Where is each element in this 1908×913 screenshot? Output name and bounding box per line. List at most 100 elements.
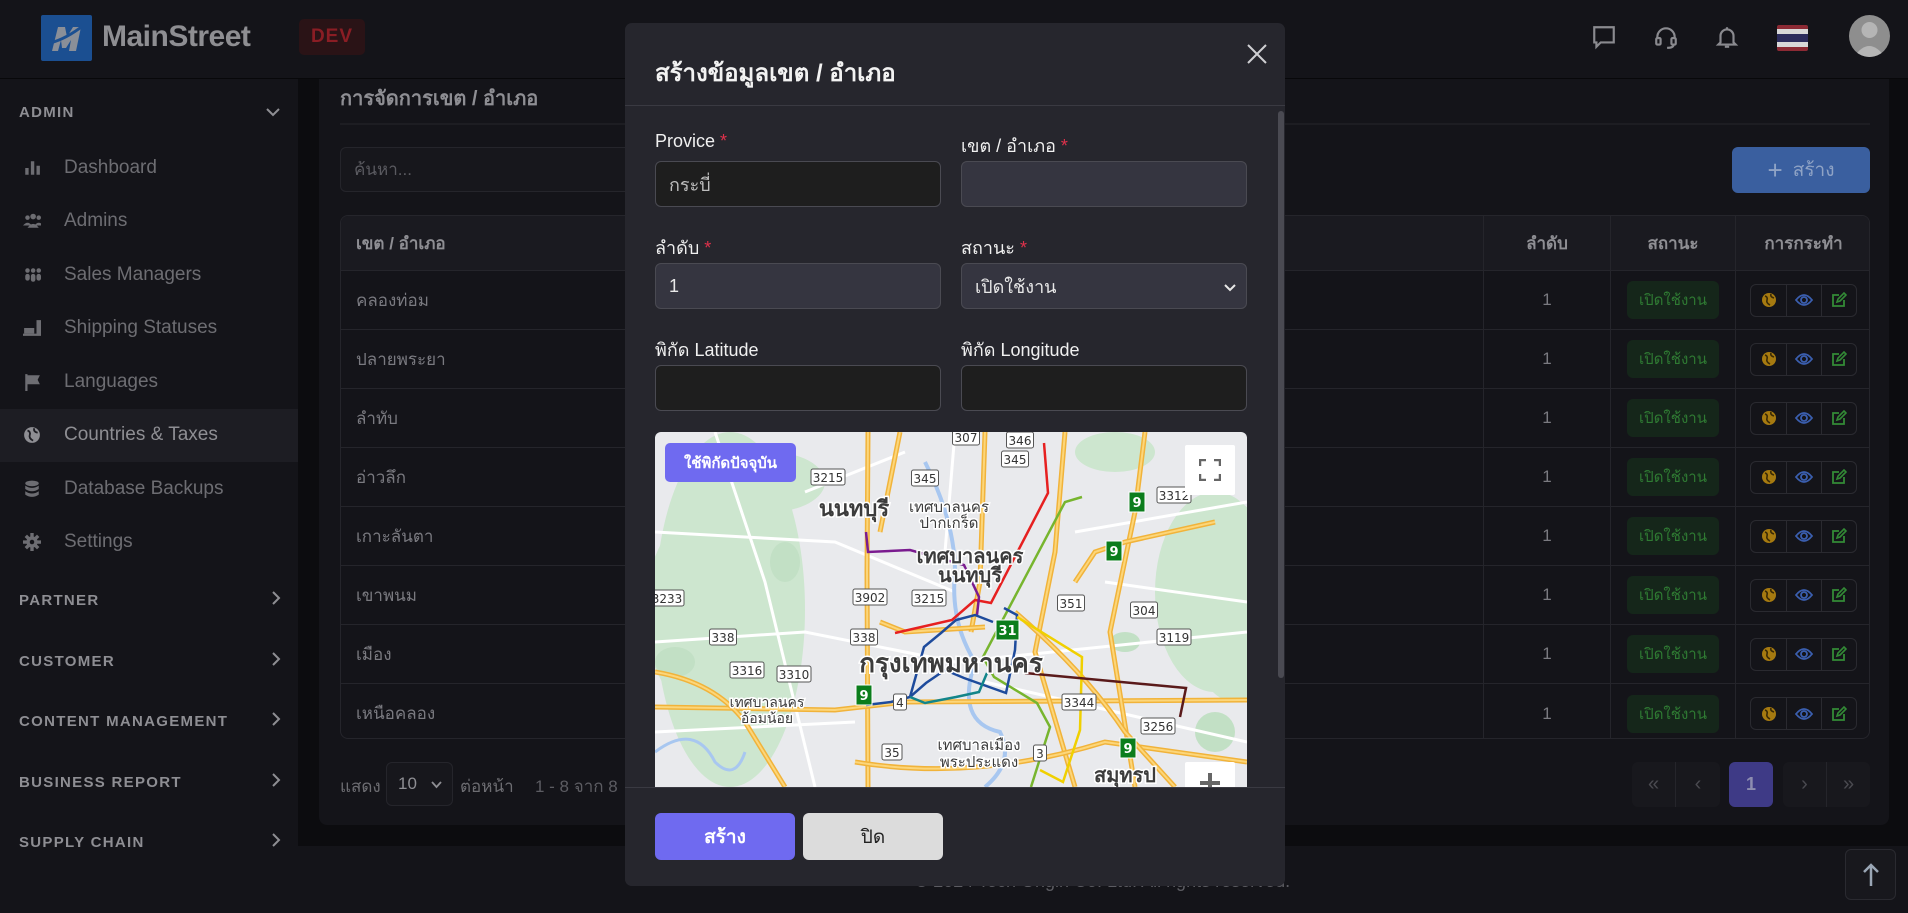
district-name: เหนือคลอง xyxy=(356,704,436,723)
eye-icon[interactable] xyxy=(1786,638,1821,670)
sidebar-item-settings[interactable]: Settings xyxy=(0,516,298,569)
next-page-button[interactable]: › xyxy=(1783,762,1827,807)
modal-scrollbar[interactable] xyxy=(1278,111,1284,678)
sidebar-section-business-report[interactable]: BUSINESS REPORT xyxy=(19,772,281,792)
globe-icon[interactable] xyxy=(1751,521,1786,552)
sidebar-item-shipping-statuses[interactable]: Shipping Statuses xyxy=(0,302,298,355)
province-input[interactable]: กระบี่ xyxy=(655,161,941,207)
chat-icon[interactable] xyxy=(1587,20,1621,54)
create-button[interactable]: + สร้าง xyxy=(1732,147,1870,193)
eye-icon[interactable] xyxy=(1786,520,1821,552)
avatar[interactable] xyxy=(1849,15,1890,57)
edit-icon[interactable] xyxy=(1821,698,1856,729)
highway-number: 9 xyxy=(1109,545,1118,560)
status-cell: เปิดใช้งาน xyxy=(1610,625,1735,683)
sidebar-item-dashboard[interactable]: Dashboard xyxy=(0,141,298,194)
sidebar-section-admin[interactable]: ADMIN xyxy=(19,104,281,121)
database-icon xyxy=(0,480,64,498)
district-name: ปลายพระยา xyxy=(356,349,446,369)
edit-icon[interactable] xyxy=(1821,520,1856,552)
district-input[interactable] xyxy=(961,161,1247,207)
eye-icon[interactable] xyxy=(1786,284,1821,316)
section-label: CUSTOMER xyxy=(19,652,115,670)
page-1-button[interactable]: 1 xyxy=(1729,762,1773,807)
sidebar-item-countries-taxes[interactable]: Countries & Taxes xyxy=(0,408,298,462)
globe-icon[interactable] xyxy=(1751,462,1786,493)
sidebar-section-customer[interactable]: CUSTOMER xyxy=(19,651,281,671)
district-name: คลองท่อม xyxy=(356,290,429,310)
sidebar-section-partner[interactable]: PARTNER xyxy=(19,590,281,610)
map-place-label: นนทบุรี xyxy=(819,497,890,523)
edit-icon[interactable] xyxy=(1821,638,1856,670)
prev-page-button[interactable]: ‹ xyxy=(1676,762,1720,807)
logo-mark-icon xyxy=(49,23,85,51)
chevron-down-icon xyxy=(265,104,281,121)
submit-create-button[interactable]: สร้าง xyxy=(655,813,795,860)
sidebar-item-label: Countries & Taxes xyxy=(64,424,218,445)
label-text: สถานะ xyxy=(961,238,1015,258)
sidebar-item-admins[interactable]: Admins xyxy=(0,195,298,248)
longitude-input[interactable] xyxy=(961,365,1247,411)
status-cell: เปิดใช้งาน xyxy=(1610,389,1735,447)
edit-icon[interactable] xyxy=(1821,284,1856,316)
sidebar-item-languages[interactable]: Languages xyxy=(0,355,298,408)
map[interactable]: 307 346 345 3215 345 3312 3233 3902 3215 351 304 33… xyxy=(655,432,1247,787)
order-value: 1 xyxy=(1483,684,1610,738)
latitude-input[interactable] xyxy=(655,365,941,411)
status-cell: เปิดใช้งาน xyxy=(1610,684,1735,738)
label-text: Provice xyxy=(655,131,716,151)
zoom-in-button[interactable] xyxy=(1185,762,1235,787)
globe-icon[interactable] xyxy=(1751,344,1786,375)
globe-icon xyxy=(0,426,64,444)
globe-icon[interactable] xyxy=(1751,698,1786,729)
eye-icon[interactable] xyxy=(1786,343,1821,375)
page-size-value: 10 xyxy=(398,774,417,793)
road-number: 3215 xyxy=(813,471,844,485)
globe-icon[interactable] xyxy=(1751,639,1786,670)
chevron-right-icon xyxy=(271,832,281,852)
section-label: SUPPLY CHAIN xyxy=(19,833,145,851)
chevron-right-icon xyxy=(271,651,281,671)
globe-icon[interactable] xyxy=(1751,580,1786,611)
close-button[interactable]: ปิด xyxy=(803,813,943,860)
status-select[interactable]: เปิดใช้งาน xyxy=(961,263,1247,309)
bell-icon[interactable] xyxy=(1710,20,1744,54)
close-icon[interactable] xyxy=(1242,39,1272,69)
last-page-button[interactable]: » xyxy=(1827,762,1870,807)
sidebar-item-database-backups[interactable]: Database Backups xyxy=(0,462,298,515)
globe-icon[interactable] xyxy=(1751,403,1786,434)
create-button-label: สร้าง xyxy=(1792,160,1835,181)
thai-flag-icon[interactable] xyxy=(1777,25,1808,51)
edit-icon[interactable] xyxy=(1821,343,1856,375)
district-name: ลำทับ xyxy=(356,408,398,428)
edit-icon[interactable] xyxy=(1821,461,1856,493)
section-label: ADMIN xyxy=(19,104,75,121)
globe-icon[interactable] xyxy=(1751,285,1786,316)
edit-icon[interactable] xyxy=(1821,402,1856,434)
support-headset-icon[interactable] xyxy=(1649,20,1683,54)
sidebar-item-sales-managers[interactable]: Sales Managers xyxy=(0,248,298,301)
sidebar-item-label: Admins xyxy=(64,210,128,231)
fullscreen-button[interactable] xyxy=(1185,445,1235,495)
province-label: Provice * xyxy=(655,131,727,152)
eye-icon[interactable] xyxy=(1786,402,1821,434)
logo[interactable] xyxy=(41,15,92,61)
eye-icon[interactable] xyxy=(1786,698,1821,729)
eye-icon[interactable] xyxy=(1786,461,1821,493)
eye-icon[interactable] xyxy=(1786,579,1821,611)
sidebar-section-content-management[interactable]: CONTENT MANAGEMENT xyxy=(19,711,281,731)
district-name: เกาะลันตา xyxy=(356,526,434,546)
district-name: อ่าวลึก xyxy=(356,467,407,487)
edit-icon[interactable] xyxy=(1821,579,1856,611)
status-label: สถานะ * xyxy=(961,233,1027,262)
first-page-button[interactable]: « xyxy=(1632,762,1676,807)
road-number: 307 xyxy=(955,432,978,445)
action-group xyxy=(1750,460,1857,494)
map-canvas[interactable]: 307 3463453215 34533123233 3902 3215 351 30433… xyxy=(655,432,1247,787)
page-size-select[interactable]: 10 xyxy=(386,762,453,806)
order-input[interactable]: 1 xyxy=(655,263,941,309)
sidebar-section-supply-chain[interactable]: SUPPLY CHAIN xyxy=(19,832,281,852)
map-place-label: เทศบาลเมือง xyxy=(937,736,1020,754)
back-to-top-button[interactable] xyxy=(1845,849,1896,900)
use-current-location-button[interactable]: ใช้พิกัดปัจจุบัน xyxy=(665,443,796,482)
